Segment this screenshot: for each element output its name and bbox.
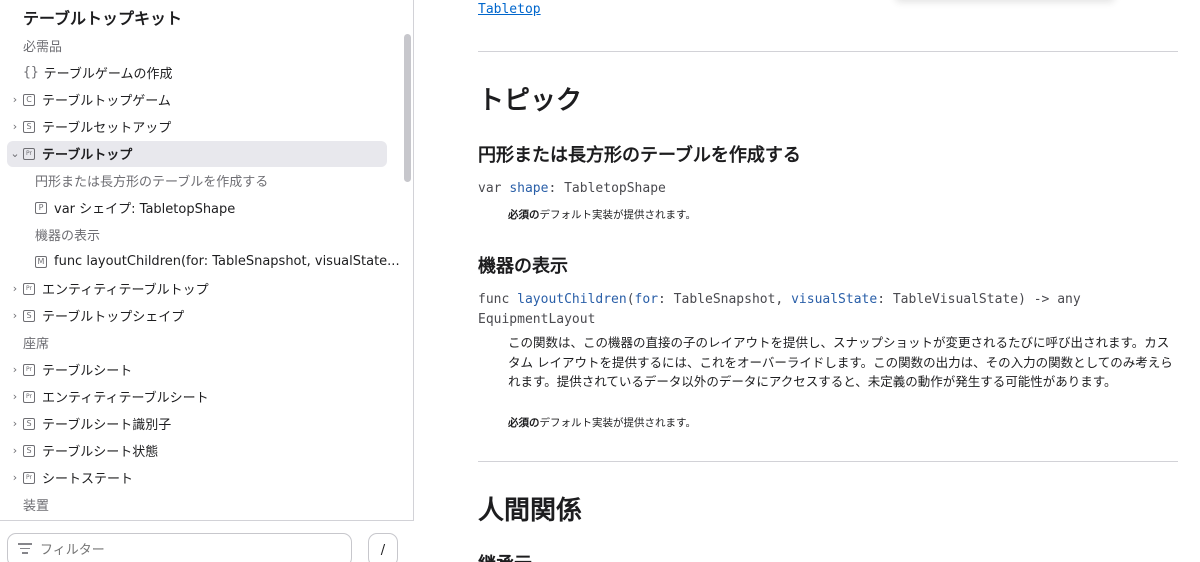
chevron-right-icon[interactable]: › [10, 363, 20, 376]
code-type: : TableSnapshot, [658, 292, 792, 307]
protocol-icon: Pr [23, 282, 35, 295]
filter-icon [18, 543, 32, 555]
code-layout-children-return: EquipmentLayout [478, 312, 596, 327]
sidebar-section-essentials: 必需品 [0, 32, 400, 59]
main-content: Tabletop トピック 円形または長方形のテーブルを作成する var sha… [415, 0, 1200, 562]
subsection-label: 円形または長方形のテーブルを作成する [35, 175, 269, 190]
subsection-label: 機器の表示 [35, 229, 101, 244]
note-text: デフォルト実装が提供されます。 [539, 417, 696, 429]
filter-bar: / [0, 520, 414, 562]
code-keyword: var [478, 181, 502, 196]
sidebar-item-entity-table-seat[interactable]: › Pr エンティティテーブルシート [0, 383, 400, 410]
sidebar-item-label: テーブルシート [42, 364, 133, 379]
sidebar-item-label: エンティティテーブルトップ [42, 283, 209, 298]
property-icon: P [35, 201, 47, 214]
layout-children-description: この関数は、この機器の直接の子のレイアウトを提供し、スナップショットが変更される… [508, 335, 1173, 389]
divider [478, 461, 1178, 462]
sidebar-item-var-shape[interactable]: P var シェイプ: TabletopShape [0, 194, 400, 221]
sidebar-item-table-setup[interactable]: › S テーブルセットアップ [0, 113, 400, 140]
struct-icon: S [23, 444, 35, 457]
section-label: 装置 [23, 499, 50, 514]
sidebar-item-label: シートステート [42, 472, 134, 487]
tabletop-link[interactable]: Tabletop [478, 2, 541, 17]
topics-heading: トピック [478, 86, 583, 116]
code-keyword: func [478, 292, 510, 307]
sidebar-subsection-show-equipment: 機器の表示 [0, 221, 400, 248]
sidebar-item-label: テーブルトップ [42, 148, 133, 163]
sidebar-title: テーブルトップキット [23, 9, 183, 28]
relationships-heading: 人間関係 [478, 496, 583, 526]
sidebar-item-table-seat-state[interactable]: › S テーブルシート状態 [0, 437, 400, 464]
inherits-heading: 継承元 [478, 550, 532, 562]
default-impl-note: 必須のデフォルト実装が提供されます。 [508, 207, 696, 222]
sidebar-nav: 必需品 {} テーブルゲームの作成 › C テーブルトップゲーム › S テーブ… [0, 32, 400, 520]
sidebar-item-tabletop-shape[interactable]: › S テーブルトップシェイプ [0, 302, 400, 329]
struct-icon: S [23, 309, 35, 322]
sidebar-item-table-seat[interactable]: › Pr テーブルシート [0, 356, 400, 383]
sidebar-item-seat-state[interactable]: › Pr シートステート [0, 464, 400, 491]
sidebar-item-table-seat-identifier[interactable]: › S テーブルシート識別子 [0, 410, 400, 437]
code-identifier: shape [509, 181, 549, 196]
struct-icon: S [23, 120, 35, 133]
note-required: 必須の [508, 417, 540, 429]
sidebar-item-label: テーブルシート識別子 [42, 418, 172, 433]
protocol-icon: Pr [23, 147, 35, 160]
code-var-shape[interactable]: var shape: TabletopShape [478, 181, 666, 196]
code-param-label: visualState [791, 292, 878, 307]
sidebar-subsection-create-table: 円形または長方形のテーブルを作成する [0, 167, 400, 194]
sidebar-item-label: テーブルセットアップ [42, 121, 172, 136]
note-required: 必須の [508, 209, 540, 221]
chevron-right-icon[interactable]: › [10, 390, 20, 403]
chevron-down-icon[interactable]: ⌄ [10, 147, 20, 160]
chevron-right-icon[interactable]: › [10, 309, 20, 322]
sidebar: テーブルトップキット 必需品 {} テーブルゲームの作成 › C テーブルトップ… [0, 0, 414, 562]
chevron-right-icon[interactable]: › [10, 444, 20, 457]
sidebar-scrollbar[interactable] [404, 34, 411, 182]
chevron-right-icon[interactable]: › [10, 282, 20, 295]
sidebar-item-tabletop[interactable]: ⌄ Pr テーブルトップ [0, 140, 400, 167]
sidebar-item-layout-children[interactable]: M func layoutChildren(for: TableSnapshot… [0, 248, 400, 275]
group-heading-show-equipment: 機器の表示 [478, 256, 568, 277]
protocol-icon: Pr [23, 471, 35, 484]
filter-input[interactable] [7, 533, 352, 562]
note-text: デフォルト実装が提供されます。 [539, 209, 696, 221]
sidebar-item-tabletop-game[interactable]: › C テーブルトップゲーム [0, 86, 400, 113]
chevron-right-icon[interactable]: › [10, 417, 20, 430]
sidebar-item-label: テーブルトップゲーム [42, 94, 171, 109]
chevron-right-icon[interactable]: › [10, 93, 20, 106]
chevron-right-icon[interactable]: › [10, 120, 20, 133]
code-param-label: for [634, 292, 659, 307]
sidebar-item-label: テーブルシート状態 [42, 445, 159, 460]
sidebar-item-label: エンティティテーブルシート [42, 391, 209, 406]
sidebar-item-label: var シェイプ: TabletopShape [54, 202, 236, 217]
class-icon: C [23, 93, 35, 106]
sidebar-item-label: テーブルトップシェイプ [42, 310, 185, 325]
divider [478, 51, 1178, 52]
filter-shortcut-button[interactable]: / [368, 533, 398, 562]
section-label: 必需品 [23, 40, 63, 55]
braces-icon: {} [23, 65, 39, 80]
code-type: : TabletopShape [548, 181, 666, 196]
sidebar-section-seats: 座席 [0, 329, 400, 356]
sidebar-item-create-game[interactable]: {} テーブルゲームの作成 [0, 59, 400, 86]
default-impl-note: 必須のデフォルト実装が提供されます。 [508, 415, 696, 430]
sidebar-item-label: func layoutChildren(for: TableSnapshot, … [54, 254, 400, 269]
code-layout-children[interactable]: func layoutChildren(for: TableSnapshot, … [478, 292, 1081, 307]
code-type: : TableVisualState) -> any [877, 292, 1081, 307]
method-icon: M [35, 255, 47, 268]
code-identifier: layoutChildren [517, 292, 627, 307]
protocol-icon: Pr [23, 363, 35, 376]
sidebar-item-label: テーブルゲームの作成 [43, 67, 173, 82]
sidebar-item-entity-tabletop[interactable]: › Pr エンティティテーブルトップ [0, 275, 400, 302]
sidebar-section-equipment: 装置 [0, 491, 400, 518]
section-label: 座席 [23, 337, 50, 352]
protocol-icon: Pr [23, 390, 35, 403]
group-heading-create-table: 円形または長方形のテーブルを作成する [478, 145, 801, 166]
code-punct: ( [626, 292, 635, 307]
chevron-right-icon[interactable]: › [10, 471, 20, 484]
struct-icon: S [23, 417, 35, 430]
